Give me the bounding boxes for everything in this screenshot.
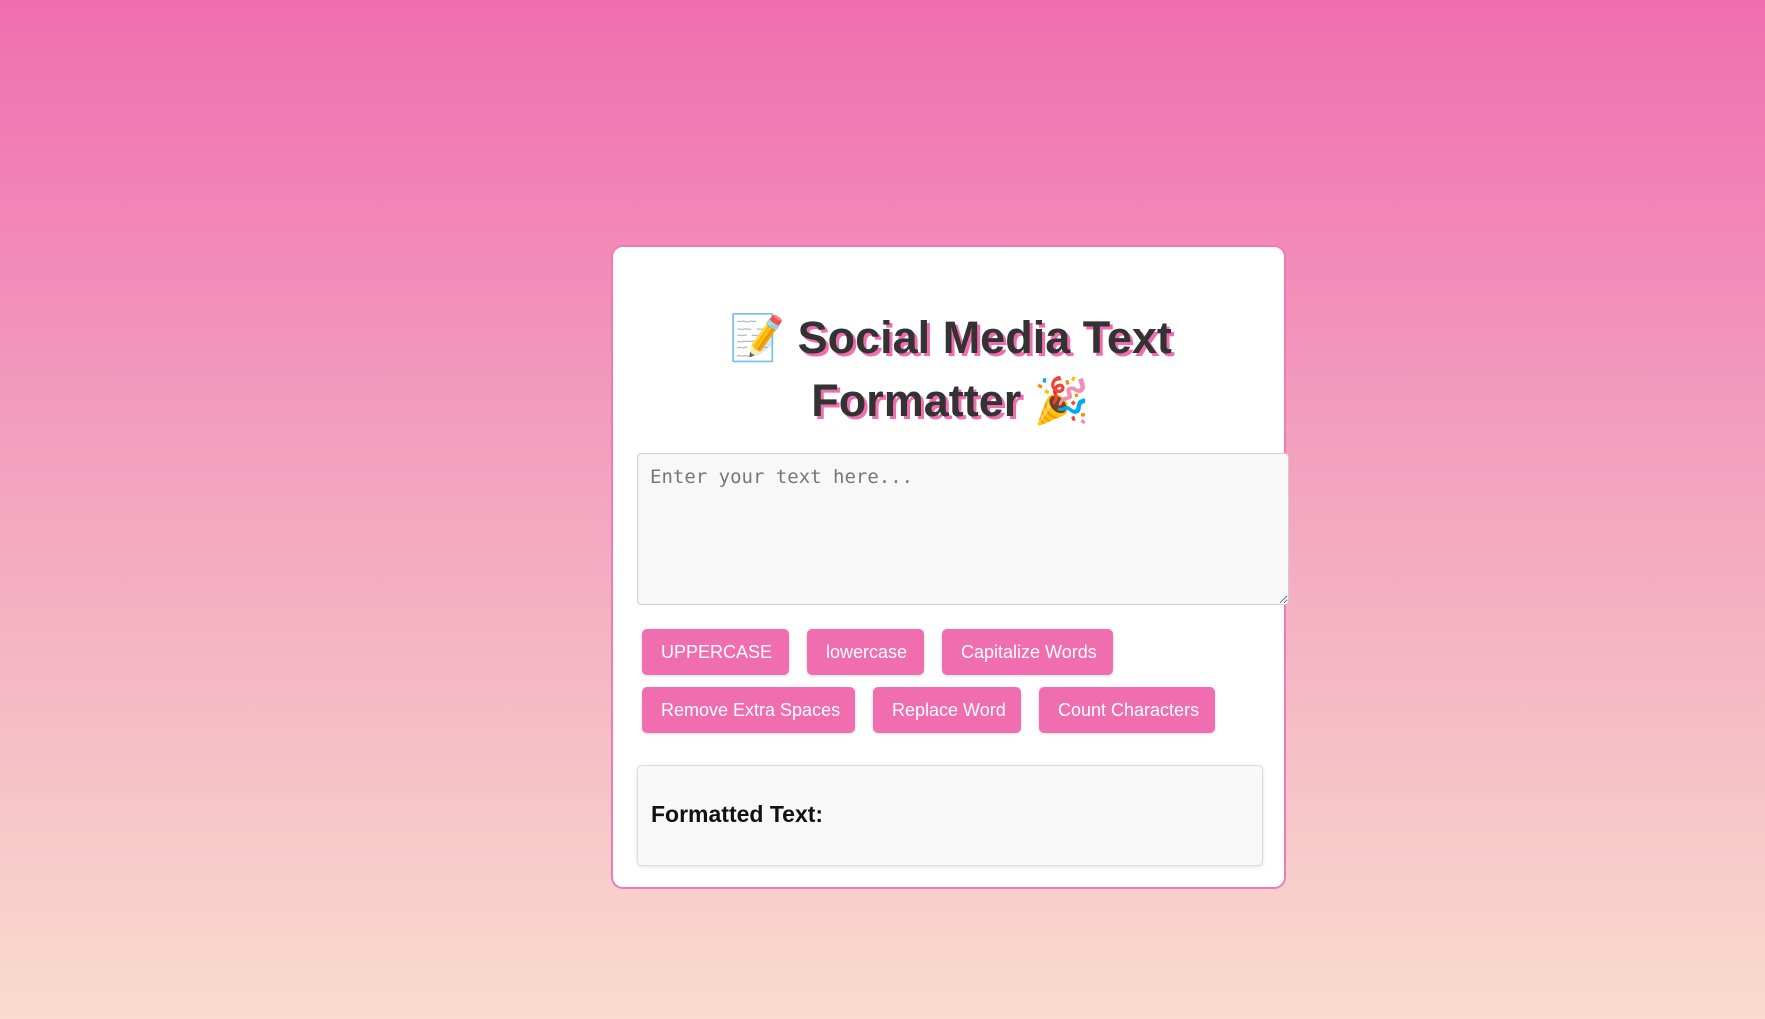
- party-popper-icon: 🎉: [1033, 374, 1090, 428]
- text-input[interactable]: [637, 453, 1289, 605]
- replace-word-button[interactable]: Replace Word: [873, 687, 1021, 733]
- lowercase-button[interactable]: lowercase: [807, 629, 924, 675]
- formatted-output-heading: Formatted Text:: [651, 801, 824, 827]
- formatter-card: 📝 Social Media Text Formatter 🎉 UPPERCAS…: [611, 245, 1289, 889]
- page-title-line1: Social Media Text: [797, 312, 1172, 364]
- remove-extra-spaces-button[interactable]: Remove Extra Spaces: [642, 687, 855, 733]
- uppercase-button[interactable]: UPPERCASE: [642, 629, 789, 675]
- page-title-line2: Formatter: [811, 375, 1022, 427]
- page-title: 📝 Social Media Text Formatter 🎉: [613, 305, 1288, 431]
- memo-icon: 📝: [729, 311, 786, 365]
- formatted-output-panel: Formatted Text:: [637, 765, 1263, 866]
- count-characters-button[interactable]: Count Characters: [1039, 687, 1215, 733]
- capitalize-words-button[interactable]: Capitalize Words: [942, 629, 1113, 675]
